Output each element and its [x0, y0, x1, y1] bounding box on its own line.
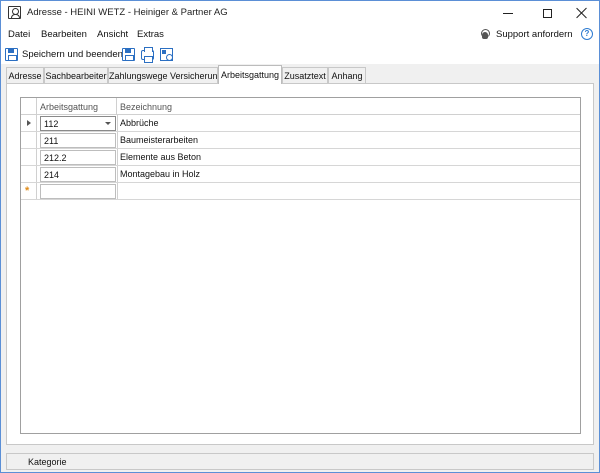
close-icon [576, 7, 588, 19]
arbeitsgattung-dropdown[interactable]: 112 [40, 116, 116, 131]
save-icon [122, 48, 135, 61]
close-button[interactable] [565, 1, 599, 25]
row-selector[interactable] [21, 166, 37, 182]
minimize-icon [503, 12, 513, 14]
new-arbeitsgattung-input[interactable] [40, 184, 116, 199]
bezeichnung-cell[interactable]: Abbrüche [120, 118, 159, 128]
support-label: Support anfordern [496, 29, 573, 40]
tab-adresse[interactable]: Adresse [6, 67, 44, 84]
bezeichnung-cell[interactable]: Elemente aus Beton [120, 152, 201, 162]
chevron-down-icon[interactable] [105, 122, 111, 125]
column-divider [117, 149, 118, 165]
tab-sachbearbeiter[interactable]: Sachbearbeiter [44, 67, 108, 84]
tab-zahlungswege-versicherung[interactable]: Zahlungswege Versicherung [108, 67, 223, 84]
save-and-close-button[interactable]: Speichern und beenden [5, 46, 123, 62]
new-row[interactable]: * [21, 183, 580, 200]
table-row[interactable]: 211 Baumeisterarbeiten [21, 132, 580, 149]
menu-bar: Datei Bearbeiten Ansicht Extras Support … [1, 25, 599, 44]
settings-button[interactable] [159, 47, 174, 62]
column-divider [117, 132, 118, 148]
table-row[interactable]: 212.2 Elemente aus Beton [21, 149, 580, 166]
status-kategorie: Kategorie [28, 457, 67, 467]
window-title: Adresse - HEINI WETZ - Heiniger & Partne… [27, 7, 228, 18]
support-button[interactable]: Support anfordern [479, 27, 573, 42]
arbeitsgattung-cell[interactable]: 212.2 [40, 150, 116, 165]
row-selector[interactable] [21, 115, 37, 131]
arbeitsgattung-value: 112 [44, 119, 59, 129]
help-icon[interactable]: ? [581, 28, 593, 40]
minimize-button[interactable] [491, 1, 525, 25]
column-divider [117, 166, 118, 182]
print-button[interactable] [140, 46, 155, 63]
arbeitsgattung-cell[interactable]: 214 [40, 167, 116, 182]
menu-ansicht[interactable]: Ansicht [97, 29, 128, 40]
current-row-arrow-icon [27, 120, 31, 126]
column-header-arbeitsgattung[interactable]: Arbeitsgattung [37, 98, 117, 115]
bezeichnung-cell[interactable]: Montagebau in Holz [120, 169, 200, 179]
save-button[interactable] [121, 47, 136, 62]
application-window: Adresse - HEINI WETZ - Heiniger & Partne… [0, 0, 600, 473]
maximize-icon [542, 8, 552, 18]
save-and-close-label: Speichern und beenden [22, 48, 123, 60]
toolbar: Speichern und beenden [1, 44, 599, 64]
arbeitsgattung-grid: Arbeitsgattung Bezeichnung 112 Abbrüche … [20, 97, 581, 434]
row-selector[interactable]: * [21, 183, 37, 199]
menu-datei[interactable]: Datei [8, 29, 30, 40]
print-icon [141, 46, 154, 63]
tab-zusatztext[interactable]: Zusatztext [282, 67, 328, 84]
save-close-icon [5, 47, 18, 61]
tab-anhang[interactable]: Anhang [328, 67, 366, 84]
maximize-button[interactable] [530, 1, 564, 25]
status-bar: Kategorie [6, 453, 594, 470]
headset-icon [479, 28, 492, 41]
menu-extras[interactable]: Extras [137, 29, 164, 40]
column-header-bezeichnung[interactable]: Bezeichnung [117, 98, 517, 115]
tab-arbeitsgattung[interactable]: Arbeitsgattung [218, 65, 282, 84]
grid-header: Arbeitsgattung Bezeichnung [21, 98, 580, 115]
tab-content-panel: Arbeitsgattung Bezeichnung 112 Abbrüche … [6, 83, 594, 445]
row-selector[interactable] [21, 149, 37, 165]
column-divider [117, 115, 118, 131]
column-divider [117, 183, 118, 199]
table-row[interactable]: 112 Abbrüche [21, 115, 580, 132]
row-selector[interactable] [21, 132, 37, 148]
table-row[interactable]: 214 Montagebau in Holz [21, 166, 580, 183]
bezeichnung-cell[interactable]: Baumeisterarbeiten [120, 135, 198, 145]
title-bar[interactable]: Adresse - HEINI WETZ - Heiniger & Partne… [1, 1, 599, 25]
row-selector-header [21, 98, 37, 115]
address-card-icon [8, 6, 21, 19]
menu-bearbeiten[interactable]: Bearbeiten [41, 29, 87, 40]
new-row-asterisk-icon: * [25, 185, 30, 197]
settings-icon [160, 48, 173, 61]
arbeitsgattung-cell[interactable]: 211 [40, 133, 116, 148]
